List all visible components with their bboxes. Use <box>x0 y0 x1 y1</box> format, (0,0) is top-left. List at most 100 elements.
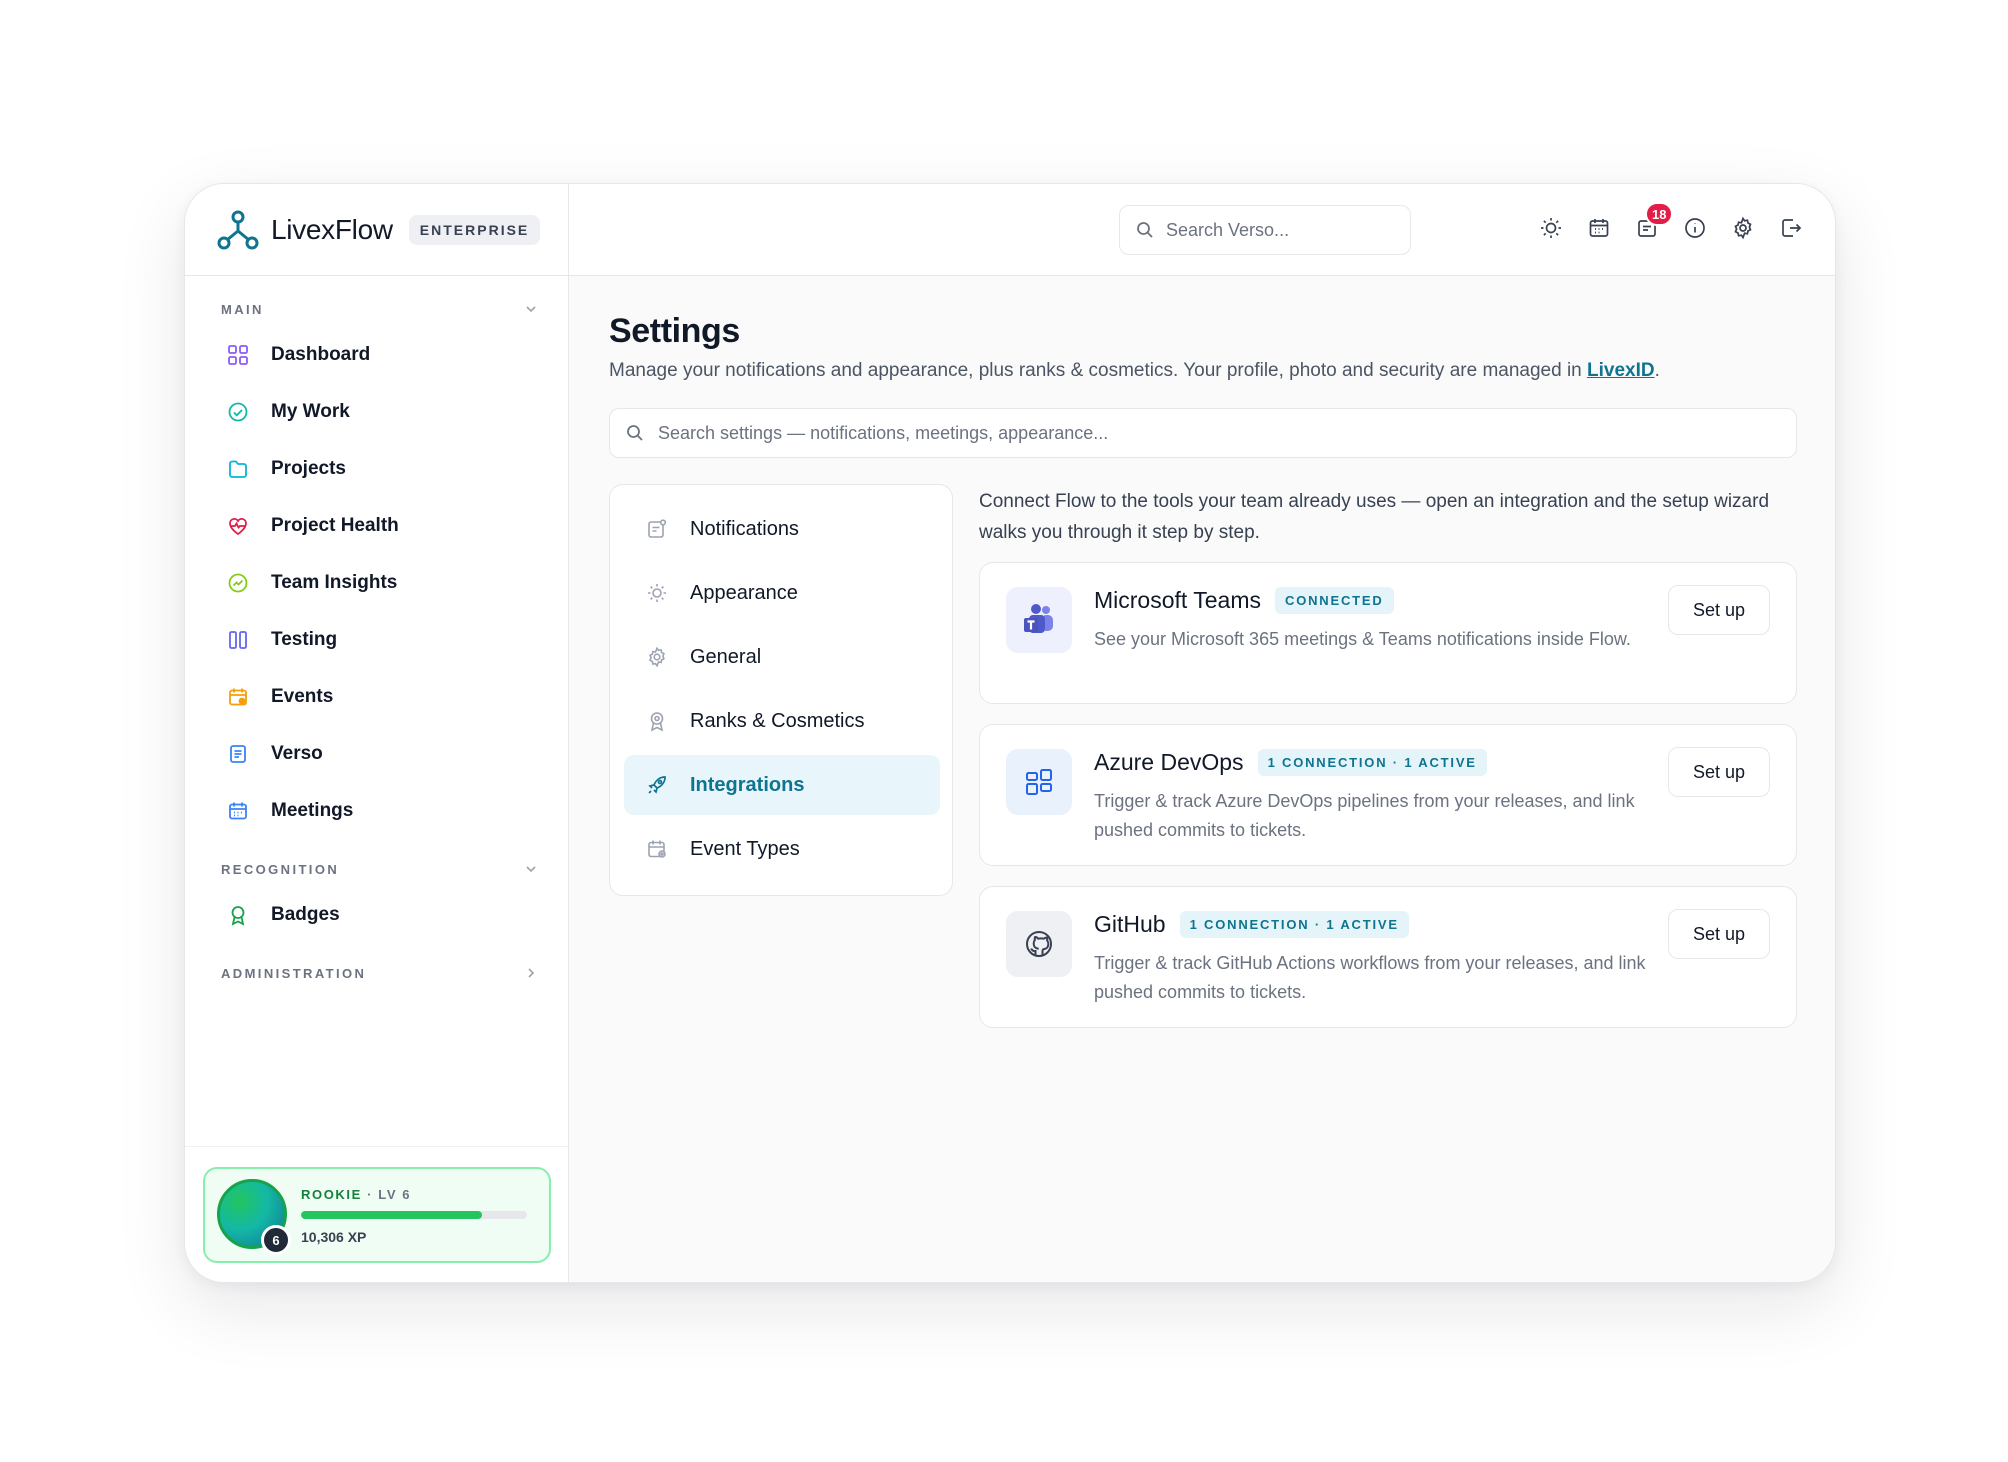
medal-icon <box>646 710 668 732</box>
document-icon <box>227 743 249 765</box>
settings-tab-event-types[interactable]: Event Types <box>624 819 940 879</box>
github-icon <box>1006 911 1072 977</box>
settings-tab-label: Event Types <box>690 837 800 860</box>
sidebar-item-dashboard[interactable]: Dashboard <box>221 332 541 378</box>
calendar-settings-icon <box>646 838 668 860</box>
rank-name: ROOKIE <box>301 1187 362 1202</box>
chart-icon <box>227 572 249 594</box>
settings-tab-general[interactable]: General <box>624 627 940 687</box>
livexid-link[interactable]: LivexID <box>1587 360 1655 381</box>
level-badge: 6 <box>261 1225 291 1255</box>
logout-icon[interactable] <box>1777 214 1805 242</box>
main-content: Settings Manage your notifications and a… <box>569 276 1835 1282</box>
brand-header: LivexFlow ENTERPRISE <box>185 184 568 276</box>
status-badge: 1 CONNECTION · 1 ACTIVE <box>1179 911 1409 938</box>
calendar-icon[interactable] <box>1585 214 1613 242</box>
rank-label: ROOKIE · LV 6 <box>301 1187 412 1202</box>
settings-tab-label: Appearance <box>690 581 798 604</box>
search-icon <box>626 424 644 442</box>
rocket-icon <box>646 774 668 796</box>
heart-pulse-icon <box>227 515 249 537</box>
settings-tab-integrations[interactable]: Integrations <box>624 755 940 815</box>
calendar-event-icon <box>227 686 249 708</box>
notifications-icon[interactable]: 18 <box>1633 202 1674 242</box>
check-circle-icon <box>227 401 249 423</box>
xp-progress-fill <box>301 1211 482 1219</box>
gear-icon[interactable] <box>1729 214 1757 242</box>
chevron-down-icon <box>523 861 539 877</box>
sidebar-item-label: Dashboard <box>271 344 371 365</box>
user-level-card[interactable]: 6 ROOKIE · LV 6 10,306 XP <box>203 1167 551 1263</box>
sidebar-item-meetings[interactable]: Meetings <box>221 788 541 834</box>
chevron-down-icon <box>523 301 539 317</box>
settings-tab-label: Ranks & Cosmetics <box>690 709 865 732</box>
sidebar-item-label: Testing <box>271 629 338 650</box>
teams-icon <box>1006 587 1072 653</box>
logo-icon <box>217 209 259 251</box>
settings-tab-appearance[interactable]: Appearance <box>624 563 940 623</box>
page-subtitle: Manage your notifications and appearance… <box>609 360 1660 382</box>
sidebar-item-label: Team Insights <box>271 572 398 593</box>
sidebar-item-verso[interactable]: Verso <box>221 731 541 777</box>
sun-icon <box>646 582 668 604</box>
sidebar-item-label: Projects <box>271 458 346 479</box>
section-label: MAIN <box>221 301 264 317</box>
brand-name[interactable]: LivexFlow <box>271 214 393 246</box>
settings-nav: Notifications Appearance General Ranks &… <box>609 484 953 896</box>
settings-tab-notifications[interactable]: Notifications <box>624 499 940 559</box>
section-main[interactable]: MAIN <box>221 297 539 321</box>
topbar: 18 <box>569 184 1835 276</box>
search-icon <box>1136 221 1154 239</box>
integration-card-github: GitHub 1 CONNECTION · 1 ACTIVE Trigger &… <box>979 886 1797 1028</box>
setup-button[interactable]: Set up <box>1668 909 1770 959</box>
integration-name: GitHub <box>1094 911 1166 937</box>
chevron-right-icon <box>523 965 539 981</box>
sidebar-item-events[interactable]: Events <box>221 674 541 720</box>
section-recognition[interactable]: RECOGNITION <box>221 857 539 881</box>
settings-tab-label: Notifications <box>690 517 799 540</box>
subtitle-text: Manage your notifications and appearance… <box>609 360 1588 381</box>
sidebar-item-label: Badges <box>271 904 340 925</box>
topbar-actions: 18 <box>1537 202 1805 242</box>
sun-icon[interactable] <box>1537 214 1565 242</box>
integration-description: Trigger & track GitHub Actions workflows… <box>1094 953 1646 1002</box>
setup-button[interactable]: Set up <box>1668 747 1770 797</box>
grid-icon <box>227 344 249 366</box>
status-badge: CONNECTED <box>1275 587 1394 614</box>
integration-card-microsoft-teams: Microsoft Teams CONNECTED See your Micro… <box>979 562 1797 704</box>
sidebar-item-badges[interactable]: Badges <box>221 892 541 938</box>
sidebar-item-team-insights[interactable]: Team Insights <box>221 560 541 606</box>
settings-tab-ranks-cosmetics[interactable]: Ranks & Cosmetics <box>624 691 940 751</box>
settings-search[interactable] <box>609 408 1797 458</box>
folder-icon <box>227 458 249 480</box>
sidebar-item-testing[interactable]: Testing <box>221 617 541 663</box>
user-panel: 6 ROOKIE · LV 6 10,306 XP <box>185 1146 569 1282</box>
integration-header: Microsoft Teams CONNECTED <box>1094 587 1394 614</box>
sidebar-item-projects[interactable]: Projects <box>221 446 541 492</box>
page-title: Settings <box>609 312 740 350</box>
status-badge: 1 CONNECTION · 1 ACTIVE <box>1257 749 1487 776</box>
info-icon[interactable] <box>1681 214 1709 242</box>
plan-badge: ENTERPRISE <box>408 214 541 245</box>
columns-icon <box>227 629 249 651</box>
calendar-icon <box>227 800 249 822</box>
section-label: RECOGNITION <box>221 861 340 877</box>
sidebar-item-label: Meetings <box>271 800 354 821</box>
setup-button[interactable]: Set up <box>1668 585 1770 635</box>
sidebar-item-label: Project Health <box>271 515 399 536</box>
integration-description: Trigger & track Azure DevOps pipelines f… <box>1094 791 1635 840</box>
search-input[interactable] <box>1166 219 1396 241</box>
app-window: LivexFlow ENTERPRISE MAIN Dashboard My W… <box>184 183 1836 1283</box>
level-label: LV 6 <box>378 1187 412 1202</box>
sidebar-item-project-health[interactable]: Project Health <box>221 503 541 549</box>
global-search[interactable] <box>1119 205 1411 255</box>
section-administration[interactable]: ADMINISTRATION <box>221 961 539 985</box>
subtitle-end: . <box>1654 360 1660 381</box>
integration-name: Azure DevOps <box>1094 749 1244 775</box>
gear-icon <box>646 646 668 668</box>
sidebar-item-my-work[interactable]: My Work <box>221 389 541 435</box>
integration-header: Azure DevOps 1 CONNECTION · 1 ACTIVE <box>1094 749 1487 776</box>
sidebar: LivexFlow ENTERPRISE MAIN Dashboard My W… <box>185 184 569 1282</box>
integration-card-azure-devops: Azure DevOps 1 CONNECTION · 1 ACTIVE Tri… <box>979 724 1797 866</box>
settings-search-input[interactable] <box>658 422 1758 444</box>
